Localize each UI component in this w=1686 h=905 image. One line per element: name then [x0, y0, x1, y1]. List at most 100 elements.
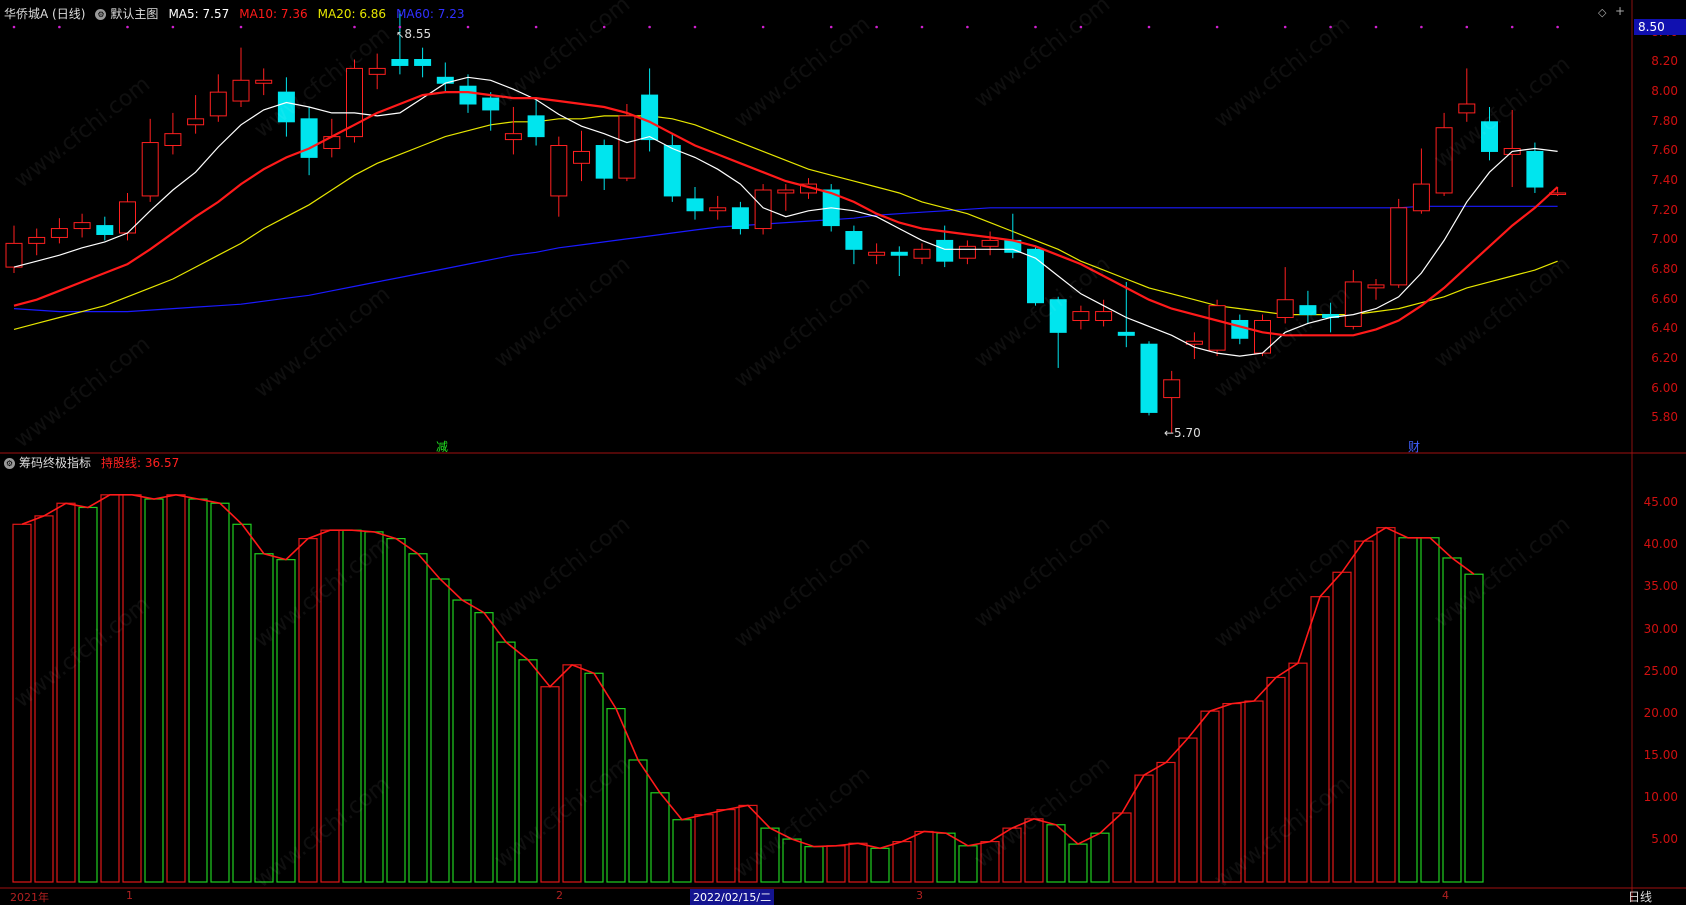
chart-label[interactable]: 默认主图: [110, 5, 158, 23]
holding-bar: [166, 494, 186, 883]
time-axis-month-2: 2: [556, 889, 563, 902]
holding-bar: [1288, 662, 1308, 883]
holding-bar: [144, 498, 164, 883]
signal-dots-row: [12, 25, 1559, 29]
indicator-axis-tick: 15.00: [1643, 747, 1678, 762]
holding-bar: [386, 537, 406, 883]
candle-body-up: [50, 228, 68, 238]
holding-bar: [276, 559, 296, 883]
candle-body-down: [391, 59, 409, 66]
candle-body-down: [686, 198, 704, 212]
stock-name[interactable]: 华侨城A (日线): [4, 5, 85, 23]
price-panel: [5, 10, 1567, 434]
candle-body-up: [209, 91, 227, 117]
holding-bar: [738, 804, 758, 883]
candle-body-down: [1526, 150, 1544, 188]
signal-dot: [1215, 25, 1219, 29]
candle-body-down: [890, 251, 908, 256]
holding-bar: [826, 845, 846, 883]
holding-bar: [1398, 537, 1418, 883]
candle-body-up: [618, 115, 636, 179]
holding-bar: [12, 523, 32, 883]
chart-settings-icon[interactable]: ⚙: [95, 8, 107, 20]
holding-bar: [562, 664, 582, 883]
signal-dot: [12, 25, 16, 29]
holding-bar: [1442, 557, 1462, 883]
candle-body-down: [845, 231, 863, 250]
signal-dot: [1329, 25, 1332, 29]
holding-bar: [1046, 824, 1066, 883]
candle-body-up: [1367, 284, 1385, 289]
holding-bar: [936, 832, 956, 883]
signal-dot: [829, 25, 833, 29]
candle-body-down: [1140, 343, 1158, 413]
holding-bar: [1090, 832, 1110, 883]
holding-bar: [452, 599, 472, 883]
holding-bar: [694, 814, 714, 883]
holding-bar: [34, 515, 54, 883]
ma10-line: [13, 90, 1559, 337]
holding-bar: [716, 809, 736, 883]
time-axis-month-3: 3: [916, 889, 923, 902]
holding-bar: [606, 708, 626, 883]
candle-body-up: [141, 142, 159, 197]
price-axis-tick: 7.80: [1651, 113, 1678, 128]
candle-body-down: [277, 91, 295, 123]
signal-dot: [966, 25, 969, 29]
indicator-name[interactable]: 筹码终极指标: [19, 454, 91, 472]
price-axis-tick: 7.60: [1651, 143, 1678, 158]
time-axis-month-4: 4: [1442, 889, 1449, 902]
signal-dot: [693, 25, 697, 29]
holding-bar: [914, 830, 934, 883]
diamond-icon[interactable]: ◇: [1598, 6, 1606, 19]
plus-icon[interactable]: +: [1615, 4, 1625, 18]
holding-bar: [804, 846, 824, 883]
holding-bar: [540, 686, 560, 883]
time-axis-month-1: 1: [126, 889, 133, 902]
holding-bar: [870, 847, 890, 883]
holding-bar: [210, 502, 230, 883]
time-axis-year: 2021年: [10, 891, 49, 904]
indicator-axis-tick: 25.00: [1643, 663, 1678, 678]
signal-dot: [171, 25, 175, 29]
cursor-date-label: 2022/02/15/二: [690, 889, 775, 905]
price-axis-tick: 6.00: [1651, 380, 1678, 395]
signal-dot: [1079, 25, 1083, 29]
holding-line: [21, 493, 1475, 850]
holding-bar: [1244, 700, 1264, 883]
holding-bar: [1112, 812, 1132, 883]
candle-body-up: [754, 189, 772, 230]
candle-body-up: [777, 189, 795, 194]
candle-body-up: [1435, 127, 1453, 194]
candle-body-up: [1095, 311, 1113, 321]
current-price-tag: 8.50: [1634, 19, 1686, 35]
candle-body-down: [1117, 331, 1135, 336]
price-axis-tick: 6.40: [1651, 321, 1678, 336]
holding-bar: [1134, 774, 1154, 883]
holding-bar: [1354, 540, 1374, 883]
candle-body-down: [482, 97, 500, 111]
chart-canvas[interactable]: [0, 0, 1686, 902]
period-button[interactable]: 日线: [1628, 888, 1652, 905]
signal-mark-cai: 财: [1408, 440, 1421, 454]
signal-dot: [648, 25, 651, 29]
holding-bar: [1024, 818, 1044, 883]
ma10-value: MA10: 7.36: [239, 7, 308, 21]
ma20-value: MA20: 6.86: [317, 7, 387, 21]
indicator-header: ⚙ 筹码终极指标 持股线: 36.57: [4, 454, 179, 472]
candle-body-down: [595, 145, 613, 179]
candle-body-up: [504, 133, 522, 141]
signal-dot: [1420, 25, 1423, 29]
candle-body-up: [1390, 207, 1408, 286]
candle-body-up: [1458, 103, 1476, 114]
signal-dot: [466, 25, 470, 29]
indicator-axis-tick: 40.00: [1643, 537, 1678, 552]
holding-bar: [584, 672, 604, 883]
indicator-settings-icon[interactable]: ⚙: [4, 457, 15, 469]
candle-body-down: [731, 207, 749, 230]
holding-bar: [364, 531, 384, 883]
candle-body-up: [1208, 305, 1226, 351]
signal-dot: [239, 25, 243, 29]
holding-bar: [892, 840, 912, 883]
indicator-axis-tick: 5.00: [1651, 831, 1678, 846]
